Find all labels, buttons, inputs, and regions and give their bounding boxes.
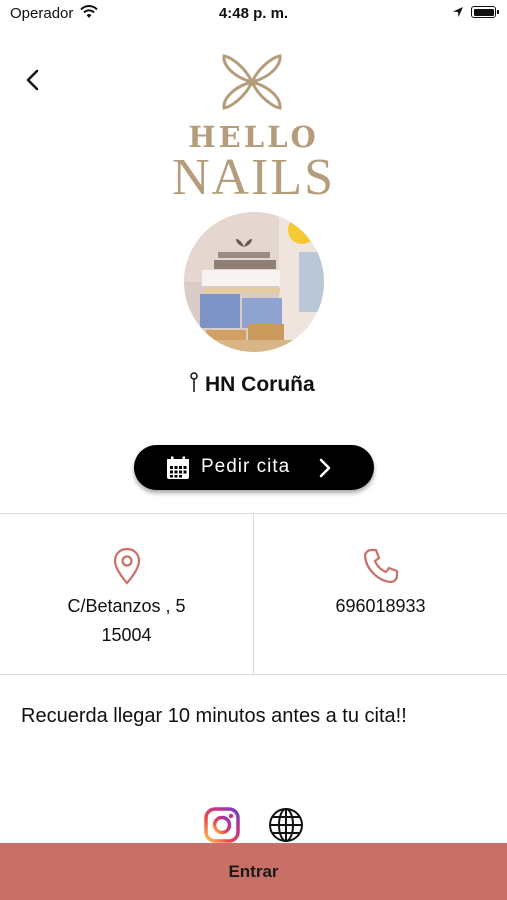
brand-logo-nails: NAILS	[171, 149, 336, 206]
book-appointment-button[interactable]: Pedir cita	[134, 445, 374, 490]
salon-photo	[184, 212, 324, 352]
contact-info-grid: C/Betanzos , 5 15004 696018933	[0, 513, 507, 675]
back-chevron-icon[interactable]	[20, 66, 48, 94]
pin-icon	[190, 372, 198, 392]
address-postal-code: 15004	[101, 625, 152, 645]
brand-logo-icon	[222, 54, 282, 110]
reminder-text: Recuerda llegar 10 minutos antes a tu ci…	[21, 705, 407, 727]
book-appointment-label: Pedir cita	[201, 456, 291, 477]
location-arrow-icon	[453, 7, 463, 17]
enter-button[interactable]: Entrar	[0, 843, 507, 900]
address-cell[interactable]: C/Betanzos , 5 15004	[0, 514, 253, 675]
phone-cell[interactable]: 696018933	[254, 514, 507, 675]
address-street: C/Betanzos , 5	[67, 596, 186, 616]
status-bar: Operador 4:48 p. m.	[0, 0, 507, 28]
instagram-icon[interactable]	[204, 807, 240, 843]
chevron-right-icon	[319, 458, 331, 478]
status-time: 4:48 p. m.	[218, 5, 289, 22]
globe-icon[interactable]	[268, 807, 304, 843]
salon-name: HN Coruña	[205, 373, 315, 396]
phone-number: 696018933	[335, 596, 426, 616]
calendar-icon	[167, 456, 189, 479]
phone-icon	[363, 548, 398, 584]
enter-button-label: Entrar	[228, 862, 279, 881]
battery-icon	[471, 6, 499, 18]
location-pin-icon	[113, 547, 140, 585]
